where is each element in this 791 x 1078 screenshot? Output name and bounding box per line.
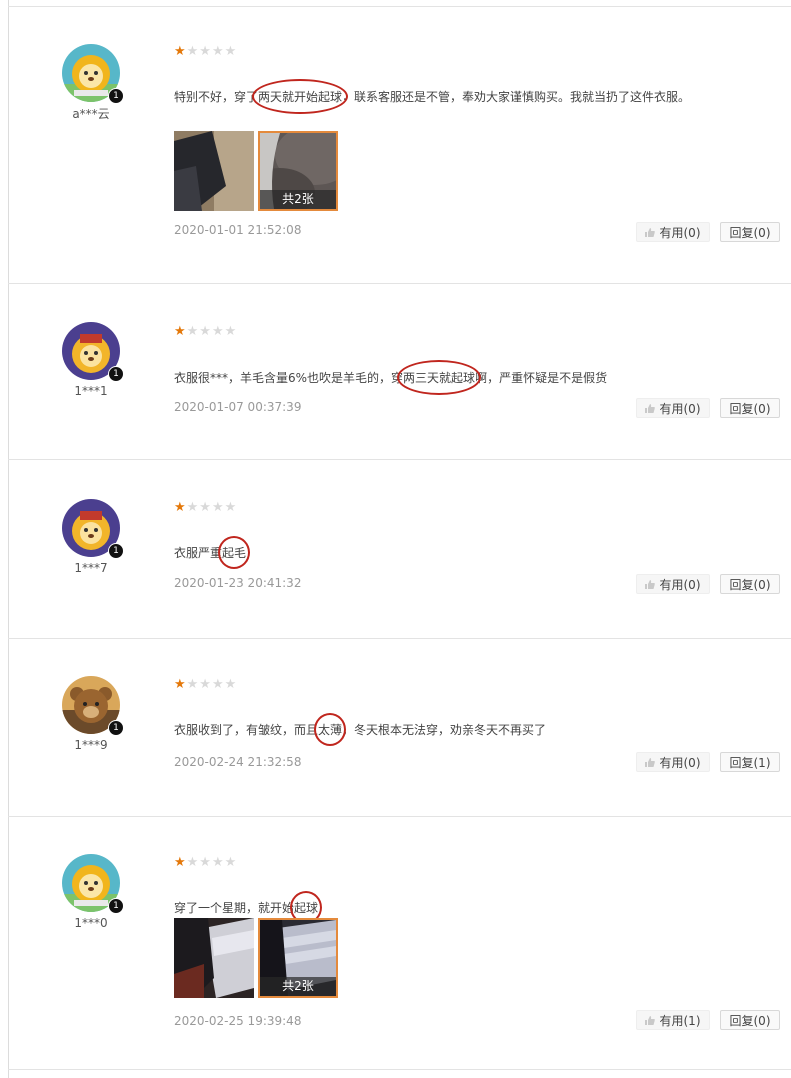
review-date: 2020-01-23 20:41:32 (174, 576, 302, 590)
review-photo-selected[interactable]: 共2张 (258, 918, 338, 998)
thumbs-up-icon (645, 758, 655, 767)
username: 1***7 (74, 561, 108, 575)
star-empty-icon: ★★★★ (186, 44, 238, 59)
review-item: 1 1***1 ★★★★★ 衣服很***，羊毛含量6%也吹是羊毛的，穿两三天就起… (8, 284, 791, 460)
review-item: 1 a***云 ★★★★★ 特别不好，穿了两天就开始起球，联系客服还是不管，奉劝… (8, 7, 791, 284)
star-empty-icon: ★★★★ (186, 677, 238, 692)
useful-button[interactable]: 有用(1) (636, 1010, 710, 1030)
review-photo-selected[interactable]: 共2张 (258, 131, 338, 211)
star-empty-icon: ★★★★ (186, 855, 238, 870)
useful-button[interactable]: 有用(0) (636, 222, 710, 242)
user-level-badge: 1 (108, 898, 124, 914)
avatar[interactable]: 1 (62, 44, 124, 104)
review-date: 2020-02-24 21:32:58 (174, 755, 302, 769)
star-rating: ★★★★★ (174, 325, 237, 339)
username: 1***0 (74, 916, 108, 930)
star-empty-icon: ★★★★ (186, 324, 238, 339)
review-date: 2020-01-01 21:52:08 (174, 223, 302, 237)
star-rating: ★★★★★ (174, 45, 237, 59)
useful-button[interactable]: 有用(0) (636, 752, 710, 772)
useful-label: 有用(0) (659, 402, 701, 416)
photo-count-label: 共2张 (260, 190, 336, 209)
review-text-part: ，联系客服还是不管，奉劝大家谨慎购买。我就当扔了这件衣服。 (342, 90, 691, 104)
review-text-part: 穿了一个星期，就开始 (174, 901, 295, 915)
user-level-badge: 1 (108, 543, 124, 559)
star-filled-icon: ★ (174, 44, 187, 59)
review-photo[interactable] (174, 918, 254, 998)
reply-button[interactable]: 回复(0) (720, 222, 780, 242)
useful-button[interactable]: 有用(0) (636, 398, 710, 418)
highlight-circle: 太薄 (314, 713, 347, 746)
username: 1***1 (74, 384, 108, 398)
reply-button[interactable]: 回复(0) (720, 574, 780, 594)
star-rating: ★★★★★ (174, 678, 237, 692)
review-text: 衣服严重起毛 (174, 536, 251, 569)
photo-list: 共2张 (174, 131, 338, 211)
star-empty-icon: ★★★★ (186, 500, 238, 515)
review-text-part: 啊，严重怀疑是不是假货 (475, 371, 608, 385)
highlight-circle: 起毛 (218, 536, 251, 569)
review-item: 1 1***9 ★★★★★ 衣服收到了，有皱纹，而且太薄，冬天根本无法穿，劝亲冬… (8, 639, 791, 817)
review-text-part: 衣服很***，羊毛含量6%也吹是羊毛的，穿 (174, 371, 404, 385)
user-level-badge: 1 (108, 720, 124, 736)
photo-sweater-on-table (174, 918, 254, 998)
review-text-part: 衣服收到了，有皱纹，而且 (174, 723, 319, 737)
star-filled-icon: ★ (174, 500, 187, 515)
useful-button[interactable]: 有用(0) (636, 574, 710, 594)
star-filled-icon: ★ (174, 855, 187, 870)
highlight-circle: 两天就开始起球 (252, 79, 349, 114)
avatar[interactable]: 1 (62, 322, 124, 382)
star-rating: ★★★★★ (174, 501, 237, 515)
review-text: 衣服收到了，有皱纹，而且太薄，冬天根本无法穿，劝亲冬天不再买了 (174, 713, 547, 746)
review-text: 衣服很***，羊毛含量6%也吹是羊毛的，穿两三天就起球啊，严重怀疑是不是假货 (174, 360, 608, 395)
reply-button[interactable]: 回复(0) (720, 398, 780, 418)
thumbs-up-icon (645, 228, 655, 237)
review-text-part: 衣服严重 (174, 546, 223, 560)
review-text: 穿了一个星期，就开始起球 (174, 891, 323, 924)
avatar[interactable]: 1 (62, 676, 124, 736)
avatar[interactable]: 1 (62, 499, 124, 559)
thumbs-up-icon (645, 404, 655, 413)
highlight-circle: 起球 (290, 891, 323, 924)
thumbs-up-icon (645, 580, 655, 589)
star-filled-icon: ★ (174, 324, 187, 339)
reply-button[interactable]: 回复(0) (720, 1010, 780, 1030)
photo-count-label: 共2张 (260, 977, 336, 996)
useful-label: 有用(0) (659, 578, 701, 592)
thumbs-up-icon (645, 1016, 655, 1025)
photo-sweater-sleeve (174, 131, 254, 211)
review-date: 2020-01-07 00:37:39 (174, 400, 302, 414)
useful-label: 有用(0) (659, 226, 701, 240)
user-level-badge: 1 (108, 366, 124, 382)
username: 1***9 (74, 738, 108, 752)
star-filled-icon: ★ (174, 677, 187, 692)
review-item: 1 1***7 ★★★★★ 衣服严重起毛 2020-01-23 20:41:32… (8, 460, 791, 639)
user-level-badge: 1 (108, 88, 124, 104)
username: a***云 (72, 107, 110, 121)
highlight-circle: 两三天就起球 (397, 360, 482, 395)
useful-label: 有用(0) (659, 756, 701, 770)
star-rating: ★★★★★ (174, 856, 237, 870)
review-item: 1 1***0 ★★★★★ 穿了一个星期，就开始起球 共2张 2020-02-2… (8, 817, 791, 1070)
photo-list: 共2张 (174, 918, 338, 998)
review-text-part: 特别不好，穿了 (174, 90, 259, 104)
review-photo[interactable] (174, 131, 254, 211)
reply-button[interactable]: 回复(1) (720, 752, 780, 772)
useful-label: 有用(1) (659, 1014, 701, 1028)
avatar[interactable]: 1 (62, 854, 124, 914)
review-text-part: ，冬天根本无法穿，劝亲冬天不再买了 (342, 723, 547, 737)
review-text: 特别不好，穿了两天就开始起球，联系客服还是不管，奉劝大家谨慎购买。我就当扔了这件… (174, 79, 691, 114)
review-date: 2020-02-25 19:39:48 (174, 1014, 302, 1028)
